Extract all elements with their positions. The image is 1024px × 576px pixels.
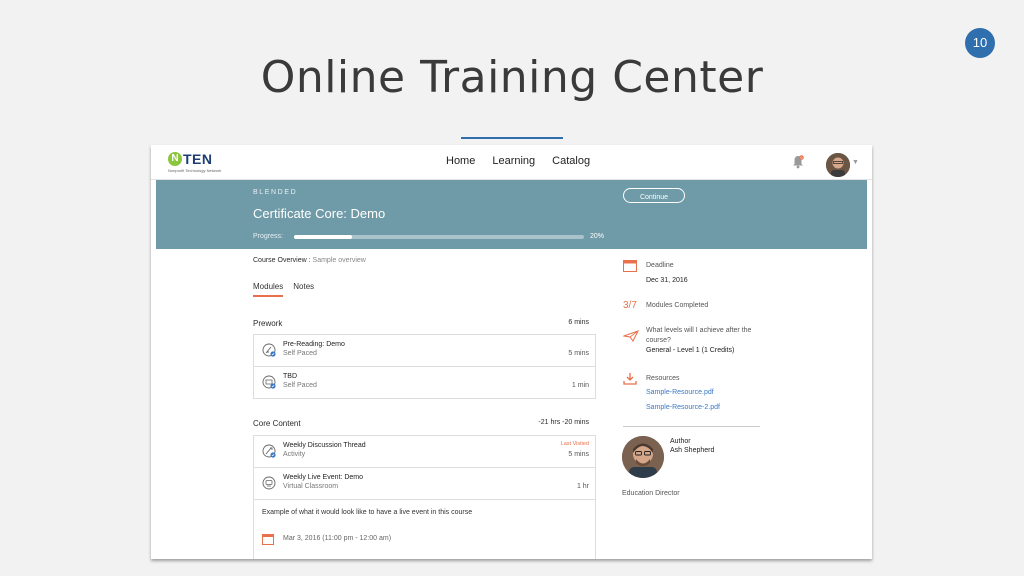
course-banner: BLENDED Certificate Core: Demo Continue … (156, 180, 867, 249)
reading-icon (262, 343, 276, 357)
course-type: BLENDED (253, 189, 298, 196)
overview-label: Course Overview : (253, 257, 311, 264)
certificate-icon (262, 375, 276, 389)
author-name: Ash Shepherd (670, 447, 715, 454)
course-overview: Course Overview : Sample overview (253, 257, 366, 264)
last-visited-badge: Last Visited (560, 441, 589, 447)
levels-question-line1: What levels will I achieve after the (646, 327, 752, 334)
tab-notes[interactable]: Notes (293, 282, 314, 297)
progress-label: Progress: (253, 233, 283, 240)
section-duration: 6 mins (568, 319, 589, 326)
section-header-core-content: Core Content -21 hrs -20 mins (253, 419, 589, 428)
module-title: Weekly Discussion Thread (283, 442, 366, 449)
modules-completed-label: Modules Completed (646, 302, 709, 309)
calendar-icon (262, 534, 274, 545)
module-list-core-content: Weekly Discussion Thread Activity Last V… (253, 435, 596, 559)
nav-links: Home Learning Catalog (446, 155, 590, 167)
progress-percent: 20% (590, 233, 605, 240)
section-name: Prework (253, 319, 283, 328)
bell-icon[interactable]: 0 (792, 155, 804, 169)
notification-count: 0 (801, 156, 803, 160)
author-photo (622, 436, 664, 478)
logo-subtitle: Nonprofit Technology Network (168, 168, 222, 173)
deadline-label: Deadline (646, 262, 674, 269)
section-header-prework: Prework 6 mins (253, 319, 589, 328)
overview-value: Sample overview (312, 257, 366, 264)
event-date: Mar 3, 2016 (11:00 pm - 12:00 am) (283, 535, 392, 542)
module-title: TBD (283, 373, 297, 380)
calendar-icon (623, 260, 637, 272)
module-row[interactable]: Weekly Discussion Thread Activity Last V… (254, 436, 595, 468)
module-duration: 5 mins (568, 451, 589, 458)
classroom-icon (262, 476, 276, 490)
content-tabs: Modules Notes (253, 282, 314, 297)
download-icon (623, 373, 637, 385)
module-duration: 1 hr (576, 483, 589, 490)
divider (623, 426, 760, 427)
levels-value: General - Level 1 (1 Credits) (646, 347, 735, 354)
nav-link-home[interactable]: Home (446, 155, 475, 167)
module-subtitle: Virtual Classroom (283, 483, 339, 490)
progress-bar (294, 235, 584, 239)
event-description: Example of what it would look like to ha… (262, 509, 473, 516)
module-duration: 5 mins (568, 350, 589, 357)
author-role: Education Director (622, 490, 680, 497)
nav-link-catalog[interactable]: Catalog (552, 155, 590, 167)
course-title: Certificate Core: Demo (253, 206, 386, 221)
module-title: Pre-Reading: Demo (283, 341, 345, 348)
module-subtitle: Self Paced (283, 350, 317, 357)
logo-letter: N (168, 152, 182, 166)
module-row[interactable]: TBD Self Paced 1 min (254, 367, 595, 398)
live-event-details: Example of what it would look like to ha… (254, 500, 595, 559)
chevron-down-icon[interactable]: ▼ (852, 159, 859, 166)
app-screenshot: N TEN Nonprofit Technology Network Home … (151, 145, 872, 559)
section-duration: -21 hrs -20 mins (538, 419, 589, 426)
resource-link[interactable]: Sample-Resource.pdf (646, 389, 714, 396)
nten-logo[interactable]: N TEN Nonprofit Technology Network (168, 151, 222, 174)
deadline-value: Dec 31, 2016 (646, 277, 688, 284)
resource-link[interactable]: Sample-Resource-2.pdf (646, 404, 720, 411)
module-list-prework: Pre-Reading: Demo Self Paced 5 mins TBD … (253, 334, 596, 399)
paper-plane-icon (623, 330, 639, 342)
user-avatar[interactable] (826, 153, 850, 177)
discussion-icon (262, 444, 276, 458)
modules-completed-count: 3/7 (623, 300, 637, 311)
module-title: Weekly Live Event: Demo (283, 474, 364, 481)
top-nav: N TEN Nonprofit Technology Network Home … (151, 145, 872, 180)
module-duration: 1 min (571, 382, 589, 389)
nav-link-learning[interactable]: Learning (492, 155, 535, 167)
section-name: Core Content (253, 419, 301, 428)
module-subtitle: Self Paced (283, 382, 317, 389)
module-row[interactable]: Weekly Live Event: Demo Virtual Classroo… (254, 468, 595, 500)
resources-label: Resources (646, 375, 680, 382)
slide-number-badge: 10 (965, 28, 995, 58)
slide-title: Online Training Center (260, 52, 764, 103)
module-row[interactable]: Pre-Reading: Demo Self Paced 5 mins (254, 335, 595, 367)
logo-text: TEN (183, 151, 213, 167)
title-underline (461, 137, 563, 139)
progress-fill (294, 235, 352, 239)
module-subtitle: Activity (283, 451, 306, 458)
author-label: Author (670, 438, 691, 445)
levels-question-line2: course? (646, 337, 671, 344)
continue-button[interactable]: Continue (623, 188, 685, 203)
tab-modules[interactable]: Modules (253, 282, 284, 297)
